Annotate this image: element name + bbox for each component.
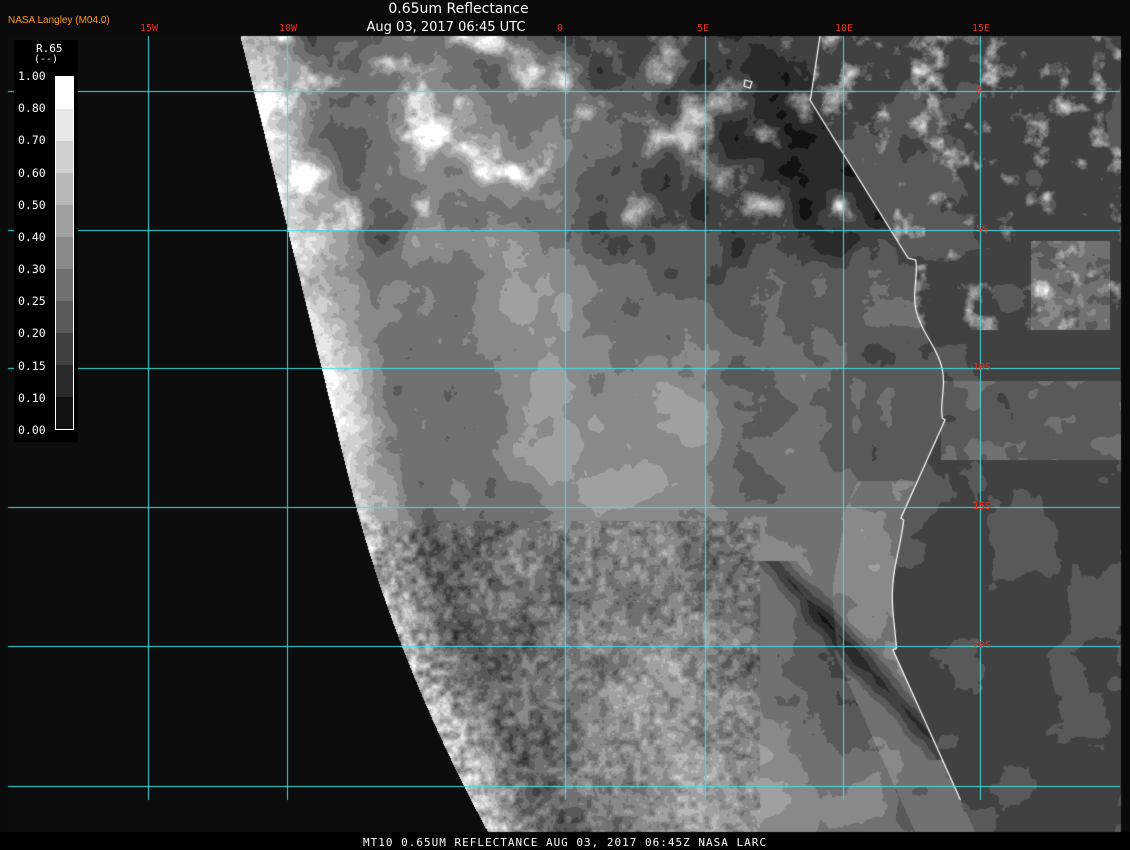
lon-label: 10E	[835, 23, 854, 34]
lat-label: 20S	[973, 640, 992, 651]
timestamp: Aug 03, 2017 06:45 UTC	[366, 20, 526, 35]
colorbar-tick-label: 0.60	[18, 165, 46, 180]
lon-label: 10W	[279, 23, 298, 34]
lon-label: 15E	[972, 23, 991, 34]
colorbar-tick-label: 0.50	[18, 197, 46, 212]
product-title: 0.65um Reflectance	[388, 1, 529, 17]
lon-label: 0	[557, 23, 564, 34]
lat-label: 15S	[973, 501, 992, 512]
colorbar-tick-label: 0.80	[18, 101, 46, 116]
colorbar-tick-label: 1.00	[18, 69, 46, 83]
satellite-image	[0, 0, 1130, 850]
colorbar-tick-label: 0.70	[18, 133, 46, 148]
colorbar-tick-label: 0.10	[18, 390, 46, 405]
colorbar-tick-label: 0.15	[18, 358, 46, 373]
footer-caption: MT10 0.65UM REFLECTANCE AUG 03, 2017 06:…	[363, 836, 767, 849]
lat-label: 5S	[976, 224, 989, 235]
colorbar-tick-label: 0.40	[18, 229, 46, 244]
lat-label: 0	[976, 85, 983, 96]
colorbar-tick-label: 0.00	[18, 423, 46, 437]
colorbar-unit: (--)	[34, 54, 59, 65]
colorbar-scale	[55, 76, 74, 430]
lon-label: 15W	[140, 23, 159, 34]
colorbar: R.65 (--) 1.00 0.80 0.70 0.60 0.50 0.40 0.30 0.…	[14, 40, 78, 442]
colorbar-tick-label: 0.20	[18, 326, 46, 341]
lon-label: 5E	[697, 23, 710, 34]
colorbar-tick-label: 0.30	[18, 262, 46, 277]
lat-label: 10S	[973, 362, 992, 373]
colorbar-tick-label: 0.25	[18, 294, 46, 309]
